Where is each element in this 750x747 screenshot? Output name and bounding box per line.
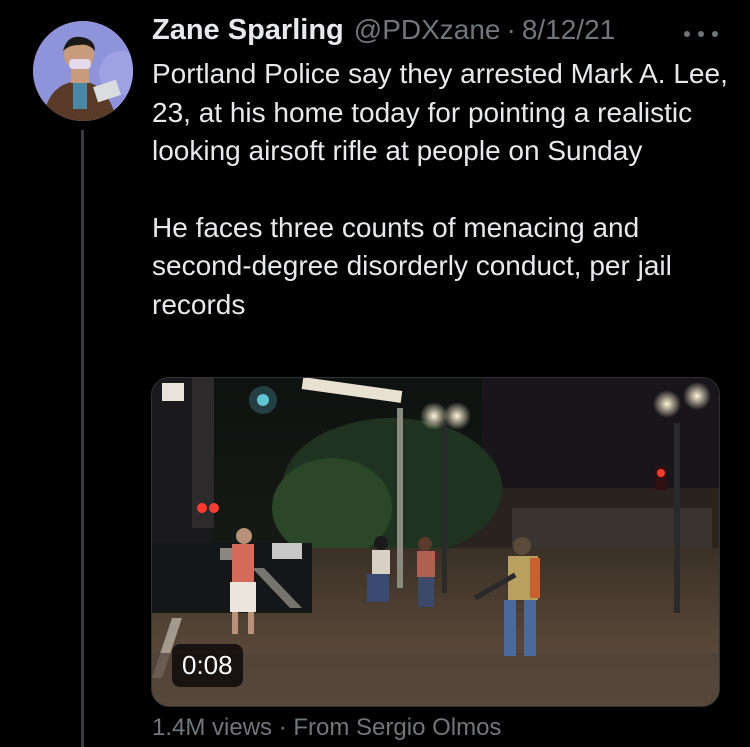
footer-separator: · [278,714,287,741]
tweet-footer: 1.4M views · From Sergio Olmos [152,714,501,742]
video-source-link[interactable]: From Sergio Olmos [293,714,501,741]
video-player[interactable]: 0:08 [151,377,720,707]
more-options-button[interactable] [684,22,718,46]
tweet-date[interactable]: 8/12/21 [522,14,615,46]
tweet-header: Zane Sparling @PDXzane · 8/12/21 [152,14,722,54]
tweet-paragraph: Portland Police say they arrested Mark A… [152,58,728,166]
tweet-text: Portland Police say they arrested Mark A… [152,55,732,324]
view-count: 1.4M views [152,714,273,741]
author-name[interactable]: Zane Sparling [152,14,344,47]
thread-line [81,130,84,747]
avatar[interactable] [33,21,133,121]
tweet-paragraph: He faces three counts of menacing and se… [152,211,672,320]
video-duration: 0:08 [172,644,243,687]
author-handle[interactable]: @PDXzane [354,14,501,46]
avatar-image [33,21,133,121]
more-horizontal-icon [684,31,690,37]
header-separator: · [506,14,516,45]
